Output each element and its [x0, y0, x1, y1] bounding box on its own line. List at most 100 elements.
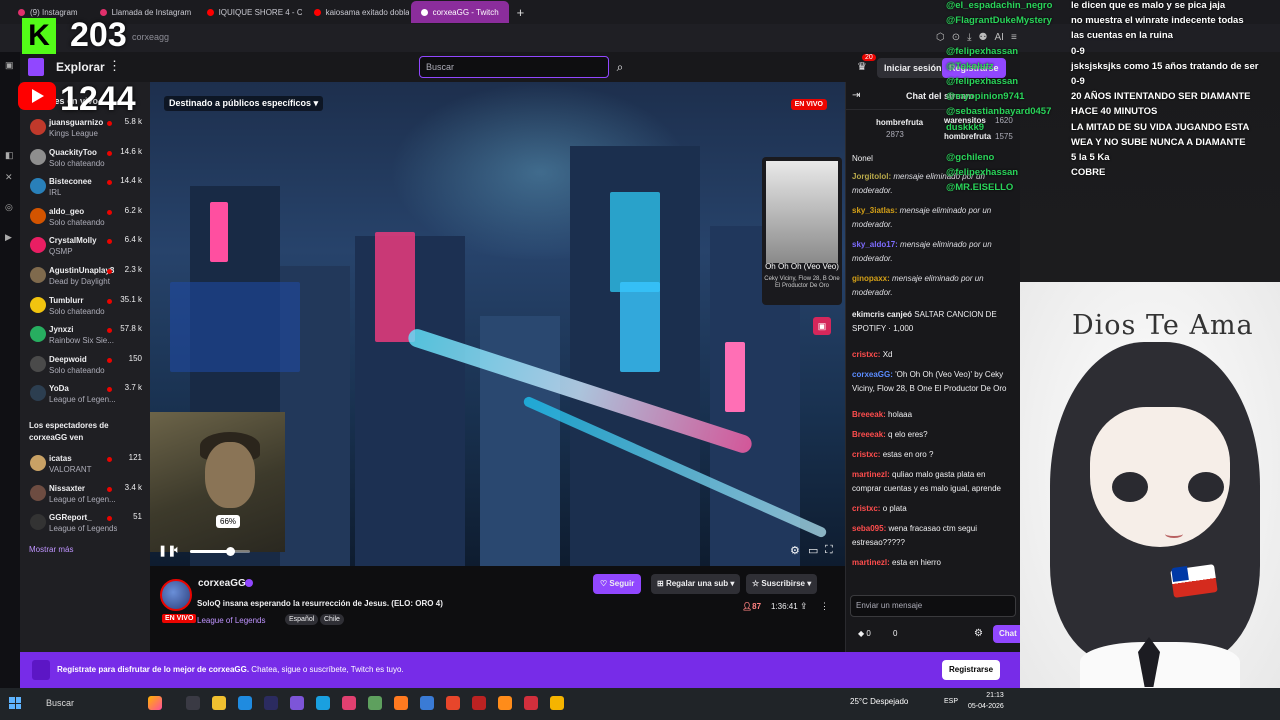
streamer-name[interactable]: corxeaGG	[198, 578, 246, 589]
app-icon[interactable]	[290, 696, 304, 710]
volume-icon[interactable]: 🔈︎	[174, 544, 181, 557]
live-dot-icon	[107, 387, 112, 393]
copilot-icon[interactable]	[148, 696, 162, 710]
search-icon[interactable]: ⌕	[610, 56, 630, 78]
windows-start-icon[interactable]	[9, 697, 21, 709]
sidebar-channel[interactable]: Jynxzi Rainbow Six Sie... 57.8 k	[28, 323, 146, 351]
collapse-chat-icon[interactable]: ⇥	[852, 90, 860, 101]
sidebar-channel[interactable]: GGReport_ League of Legends 51	[28, 511, 146, 539]
channel-category: Solo chateando	[49, 217, 105, 227]
follow-button[interactable]: ♡ Seguir	[593, 574, 642, 594]
chat-message-text: holaaa	[888, 410, 913, 419]
sidebar-channel[interactable]: YoDa League of Legen... 3.7 k	[28, 382, 146, 410]
url-text[interactable]: corxeagg	[132, 32, 169, 42]
extension-icon[interactable]: ▣	[5, 60, 15, 70]
volume-slider[interactable]	[190, 547, 250, 556]
login-button[interactable]: Iniciar sesión	[877, 58, 949, 78]
notifications-badge: 20	[862, 54, 876, 61]
chat-username[interactable]: Breeeak:	[852, 410, 886, 419]
sidebar-channel[interactable]: juansguarnizo Kings League 5.8 k	[28, 116, 146, 144]
chat-username[interactable]: sky_aldo17:	[852, 240, 898, 249]
twitch-icon[interactable]: ◧	[5, 150, 15, 160]
app-icon[interactable]	[368, 696, 382, 710]
banner-signup-button[interactable]: Registrarse	[942, 660, 1001, 680]
channel-points[interactable]: ◆ 0	[858, 629, 871, 638]
chat-username[interactable]: martinezl:	[852, 558, 890, 567]
language-indicator[interactable]: ESP	[944, 698, 958, 705]
kick-logo-icon: K	[22, 18, 56, 54]
tag-country[interactable]: Chile	[320, 614, 344, 625]
youtube-icon[interactable]: ▶	[5, 232, 15, 242]
sidebar-channel[interactable]: aldo_geo Solo chateando 6.2 k	[28, 205, 146, 233]
twitch-logo-icon[interactable]	[28, 58, 44, 76]
chat-username[interactable]: cristxc:	[852, 504, 880, 513]
app-icon[interactable]	[264, 696, 278, 710]
sidebar-channel[interactable]: CrystalMolly QSMP 6.4 k	[28, 234, 146, 262]
chat-username[interactable]: seba095:	[852, 524, 886, 533]
channel-name: Nissaxter	[49, 483, 86, 493]
app-icon[interactable]	[498, 696, 512, 710]
chrome-icon[interactable]	[446, 696, 460, 710]
tag-language[interactable]: Español	[285, 614, 319, 625]
chat-username[interactable]: ginopaxx:	[852, 274, 890, 283]
theatre-mode-icon[interactable]: ▭	[808, 544, 818, 557]
gift-sub-button[interactable]: ⊞ Regalar una sub ▾	[651, 574, 741, 594]
x-icon[interactable]: ✕	[5, 172, 15, 182]
chat-username[interactable]: corxeaGG:	[852, 370, 893, 379]
opera-icon[interactable]	[524, 696, 538, 710]
chat-username[interactable]: Jorgitolol:	[852, 172, 891, 181]
explore-link[interactable]: Explorar	[56, 60, 105, 74]
sidebar-channel[interactable]: Tumblurr Solo chateando 35.1 k	[28, 294, 146, 322]
edge-icon[interactable]	[238, 696, 252, 710]
weather-widget[interactable]: 25°C Despejado	[850, 697, 908, 706]
search-input[interactable]: Buscar	[419, 56, 609, 78]
app-icon[interactable]	[342, 696, 356, 710]
audience-warning-dropdown[interactable]: Destinado a públicos específicos ▾	[164, 96, 324, 111]
bits-counter[interactable]: 0	[893, 629, 897, 638]
sidebar-channel[interactable]: AgustinUnaplay8 Dead by Daylight 2.3 k	[28, 264, 146, 292]
fullscreen-icon[interactable]: ⛶	[825, 544, 833, 557]
sidebar-channel[interactable]: QuackityToo Solo chateando 14.6 k	[28, 146, 146, 174]
chat-username[interactable]: martinezl:	[852, 470, 890, 479]
file-explorer-icon[interactable]	[212, 696, 226, 710]
clock-date: 05-04-2026	[968, 703, 1004, 710]
sidebar-channel[interactable]: Bisteconee IRL 14.4 k	[28, 175, 146, 203]
chat-input[interactable]: Enviar un mensaje	[850, 595, 1016, 617]
app-icon[interactable]	[420, 696, 434, 710]
share-icon[interactable]: ⇪	[800, 601, 808, 612]
streamer-avatar[interactable]	[160, 579, 192, 611]
video-player[interactable]: Destinado a públicos específicos ▾ EN VI…	[150, 82, 845, 566]
browser-tab[interactable]: IQUIQUE SHORE 4 - Capí	[197, 1, 302, 23]
settings-icon[interactable]: ⚙	[790, 544, 800, 557]
instagram-icon[interactable]: ◎	[5, 202, 15, 212]
more-options-icon[interactable]: ⋮	[820, 601, 829, 612]
volume-handle[interactable]	[225, 547, 235, 556]
sidebar-channel[interactable]: Nissaxter League of Legen... 3.4 k	[28, 482, 146, 510]
browser-tab[interactable]: kaiosama exitado doblaje	[304, 1, 409, 23]
chat-username[interactable]: cristxc:	[852, 450, 880, 459]
browser-tab[interactable]: corxeaGG - Twitch	[410, 1, 509, 23]
app-icon[interactable]	[550, 696, 564, 710]
app-icon[interactable]	[316, 696, 330, 710]
chat-message: Breeeak: holaaa	[852, 408, 1016, 422]
chat-username[interactable]: ekimcris canjeó	[852, 310, 912, 319]
crown-notifications-icon[interactable]: ♛	[857, 60, 867, 73]
chat-settings-icon[interactable]: ⚙	[974, 628, 983, 639]
chat-username[interactable]: cristxc:	[852, 350, 880, 359]
sidebar-channel[interactable]: Deepwoid Solo chateando 150	[28, 353, 146, 381]
sidebar-channel[interactable]: icatas VALORANT 121	[28, 452, 146, 480]
stream-category-link[interactable]: League of Legends	[197, 616, 266, 625]
extension-icon[interactable]: ⬡	[936, 32, 945, 43]
more-options-icon[interactable]: ⋮	[108, 58, 121, 74]
clock[interactable]: 21:13 05-04-2026	[968, 690, 1004, 712]
show-more-link[interactable]: Mostrar más	[29, 545, 73, 554]
channel-category: Rainbow Six Sie...	[49, 336, 114, 346]
subscribe-button[interactable]: ☆ Suscribirse ▾	[746, 574, 818, 594]
chat-username[interactable]: Breeeak:	[852, 430, 886, 439]
chat-send-button[interactable]: Chat	[993, 625, 1021, 643]
chat-username[interactable]: sky_3iatlas:	[852, 206, 897, 215]
firefox-icon[interactable]	[394, 696, 408, 710]
new-tab-icon[interactable]: +	[511, 5, 531, 20]
app-icon[interactable]	[472, 696, 486, 710]
task-view-icon[interactable]	[186, 696, 200, 710]
